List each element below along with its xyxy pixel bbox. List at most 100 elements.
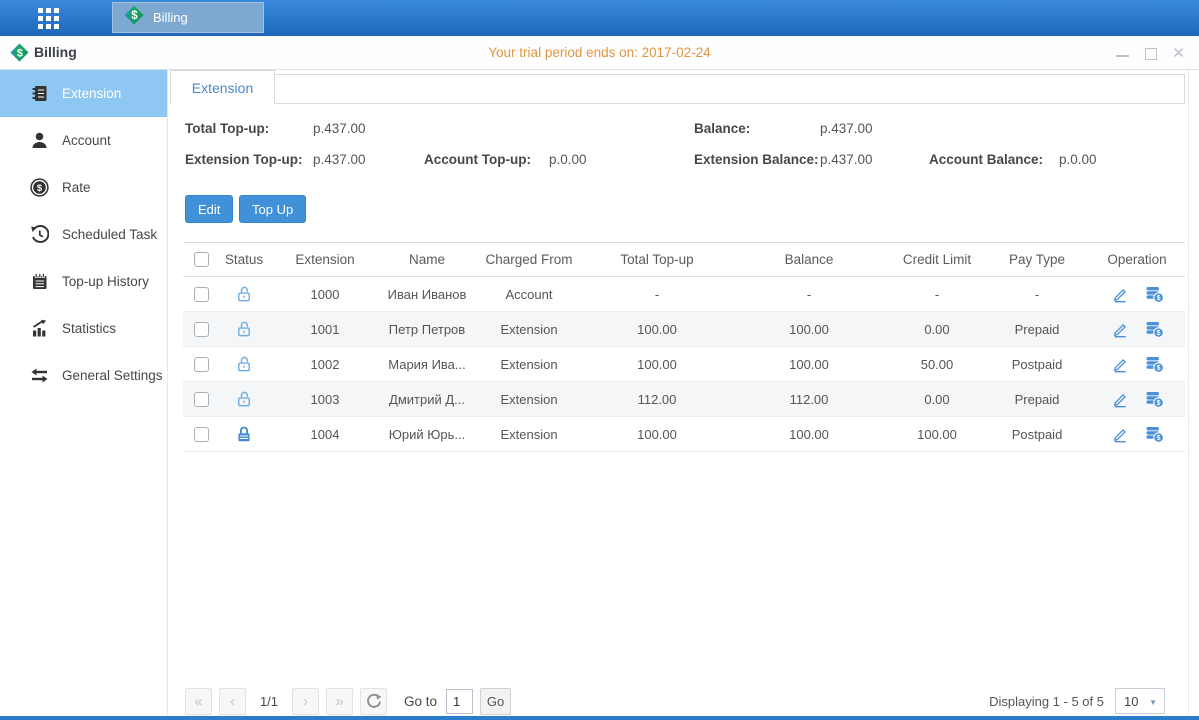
edit-pencil-icon[interactable] bbox=[1111, 320, 1129, 338]
sidebar-item-extension[interactable]: Extension bbox=[0, 70, 167, 117]
sidebar-item-statistics[interactable]: Statistics bbox=[0, 305, 167, 352]
table-row[interactable]: 1000Иван ИвановAccount----$ bbox=[183, 277, 1185, 312]
app-grid-icon[interactable] bbox=[38, 8, 59, 29]
go-button[interactable]: Go bbox=[480, 688, 511, 715]
page-size-select[interactable]: 10 ▼ bbox=[1115, 688, 1165, 714]
notepad-icon bbox=[30, 272, 49, 291]
svg-text:$: $ bbox=[37, 183, 43, 194]
column-header-extension: Extension bbox=[269, 252, 381, 267]
row-checkbox[interactable] bbox=[194, 392, 209, 407]
row-checkbox-cell bbox=[183, 322, 219, 337]
sidebar-item-label: Extension bbox=[62, 86, 121, 101]
sidebar-item-scheduled-task[interactable]: Scheduled Task bbox=[0, 211, 167, 258]
svg-text:$: $ bbox=[1156, 435, 1160, 442]
svg-text:$: $ bbox=[1156, 295, 1160, 302]
table-row[interactable]: 1002Мария Ива...Extension100.00100.0050.… bbox=[183, 347, 1185, 382]
operation-cell: $ bbox=[1089, 390, 1185, 408]
close-button[interactable]: ✕ bbox=[1172, 47, 1185, 60]
refresh-button[interactable] bbox=[360, 688, 387, 715]
total-topup-label: Total Top-up: bbox=[185, 121, 269, 136]
row-checkbox[interactable] bbox=[194, 357, 209, 372]
extension-cell: 1001 bbox=[269, 322, 381, 337]
name-cell: Дмитрий Д... bbox=[381, 392, 473, 407]
goto-label: Go to bbox=[404, 694, 437, 709]
row-checkbox-cell bbox=[183, 392, 219, 407]
row-checkbox[interactable] bbox=[194, 287, 209, 302]
minimize-button[interactable] bbox=[1116, 47, 1129, 60]
taskbar-tab-label: Billing bbox=[153, 10, 188, 25]
table-row[interactable]: 1004Юрий Юрь...Extension100.00100.00100.… bbox=[183, 417, 1185, 452]
edit-pencil-icon[interactable] bbox=[1111, 425, 1129, 443]
extension-cell: 1004 bbox=[269, 427, 381, 442]
edit-pencil-icon[interactable] bbox=[1111, 355, 1129, 373]
total-topup-cell: - bbox=[585, 287, 729, 302]
edit-button[interactable]: Edit bbox=[185, 195, 233, 223]
charged-from-cell: Account bbox=[473, 287, 585, 302]
operation-cell: $ bbox=[1089, 425, 1185, 443]
sidebar-item-account[interactable]: Account bbox=[0, 117, 167, 164]
main-content: Extension Total Top-up: p.437.00 Balance… bbox=[168, 70, 1199, 716]
row-checkbox-cell bbox=[183, 427, 219, 442]
sidebar-item-top-up-history[interactable]: Top-up History bbox=[0, 258, 167, 305]
lock-open-icon bbox=[235, 320, 253, 338]
prev-page-button[interactable]: ‹ bbox=[219, 688, 246, 715]
maximize-button[interactable] bbox=[1144, 47, 1157, 60]
top-up-coins-icon[interactable]: $ bbox=[1145, 390, 1164, 408]
select-all-checkbox[interactable] bbox=[194, 252, 209, 267]
credit-limit-cell: 50.00 bbox=[889, 357, 985, 372]
row-checkbox[interactable] bbox=[194, 427, 209, 442]
taskbar-tab-billing[interactable]: $ Billing bbox=[112, 2, 264, 33]
edit-pencil-icon[interactable] bbox=[1111, 390, 1129, 408]
balance-cell: 100.00 bbox=[729, 322, 889, 337]
svg-text:$: $ bbox=[1156, 330, 1160, 337]
displaying-text: Displaying 1 - 5 of 5 bbox=[989, 694, 1104, 709]
lock-open-icon bbox=[235, 355, 253, 373]
column-header-balance: Balance bbox=[729, 252, 889, 267]
page-size-value: 10 bbox=[1124, 694, 1138, 709]
goto-page-input[interactable] bbox=[446, 689, 473, 714]
sidebar-item-rate[interactable]: $Rate bbox=[0, 164, 167, 211]
name-cell: Петр Петров bbox=[381, 322, 473, 337]
operation-cell: $ bbox=[1089, 355, 1185, 373]
top-up-button[interactable]: Top Up bbox=[239, 195, 306, 223]
balance-cell: 100.00 bbox=[729, 357, 889, 372]
status-cell bbox=[219, 285, 269, 303]
total-topup-cell: 100.00 bbox=[585, 322, 729, 337]
lock-open-icon bbox=[235, 390, 253, 408]
chevron-down-icon: ▼ bbox=[1149, 698, 1157, 707]
tab-extension[interactable]: Extension bbox=[170, 70, 275, 104]
sidebar-item-general-settings[interactable]: General Settings bbox=[0, 352, 167, 399]
svg-text:$: $ bbox=[131, 10, 138, 22]
pay-type-cell: Prepaid bbox=[985, 392, 1089, 407]
header-checkbox-cell bbox=[183, 252, 219, 267]
lock-open-icon bbox=[235, 285, 253, 303]
pay-type-cell: Postpaid bbox=[985, 427, 1089, 442]
credit-limit-cell: 0.00 bbox=[889, 392, 985, 407]
taskbar: $ Billing ! bbox=[0, 0, 1199, 36]
top-up-coins-icon[interactable]: $ bbox=[1145, 285, 1164, 303]
name-cell: Мария Ива... bbox=[381, 357, 473, 372]
first-page-button[interactable]: « bbox=[185, 688, 212, 715]
edit-pencil-icon[interactable] bbox=[1111, 285, 1129, 303]
charged-from-cell: Extension bbox=[473, 322, 585, 337]
table-row[interactable]: 1001Петр ПетровExtension100.00100.000.00… bbox=[183, 312, 1185, 347]
charged-from-cell: Extension bbox=[473, 392, 585, 407]
name-cell: Иван Иванов bbox=[381, 287, 473, 302]
top-up-coins-icon[interactable]: $ bbox=[1145, 320, 1164, 338]
table-row[interactable]: 1003Дмитрий Д...Extension112.00112.000.0… bbox=[183, 382, 1185, 417]
extension-balance-value: p.437.00 bbox=[820, 152, 873, 167]
column-header-name: Name bbox=[381, 252, 473, 267]
top-up-coins-icon[interactable]: $ bbox=[1145, 355, 1164, 373]
row-checkbox[interactable] bbox=[194, 322, 209, 337]
top-up-coins-icon[interactable]: $ bbox=[1145, 425, 1164, 443]
balance-cell: 112.00 bbox=[729, 392, 889, 407]
charged-from-cell: Extension bbox=[473, 427, 585, 442]
total-topup-cell: 100.00 bbox=[585, 427, 729, 442]
last-page-button[interactable]: » bbox=[326, 688, 353, 715]
sidebar-item-label: Scheduled Task bbox=[62, 227, 157, 242]
row-checkbox-cell bbox=[183, 357, 219, 372]
charged-from-cell: Extension bbox=[473, 357, 585, 372]
next-page-button[interactable]: › bbox=[292, 688, 319, 715]
bottom-strip bbox=[0, 716, 1199, 720]
column-header-pay-type: Pay Type bbox=[985, 252, 1089, 267]
